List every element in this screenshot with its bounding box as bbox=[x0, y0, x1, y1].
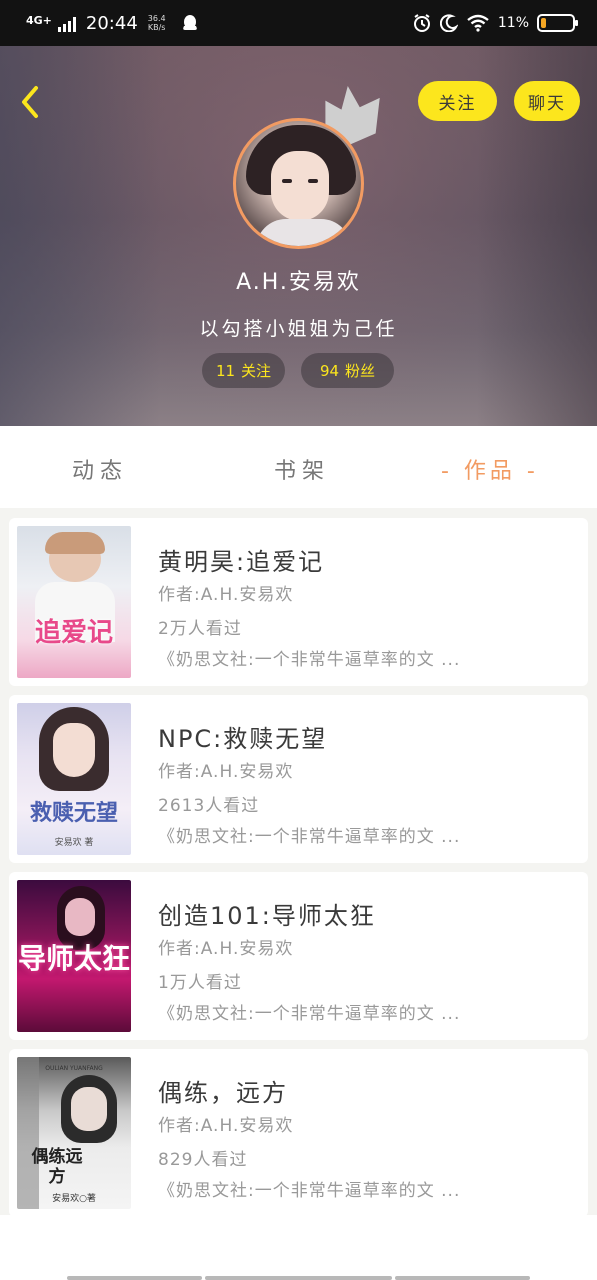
tab-works[interactable]: - 作品 - bbox=[441, 453, 539, 485]
speed-value: 36.4 bbox=[147, 14, 166, 23]
bio: 以勾搭小姐姐为己任 bbox=[199, 318, 398, 340]
battery-icon bbox=[537, 14, 578, 32]
profile-header: 关注 聊天 A.H.安易欢 以勾搭小姐姐为己任 11 关注 94 粉丝 bbox=[0, 46, 597, 426]
cover-author: 安易欢○著 bbox=[52, 1194, 96, 1204]
tab-bar: 动态 书架 - 作品 - bbox=[0, 426, 597, 508]
list-item[interactable]: 救赎无望 安易欢 著 NPC:救赎无望 作者:A.H.安易欢 2613人看过 《… bbox=[9, 695, 588, 863]
cover-title: 追爱记 bbox=[34, 618, 113, 648]
back-icon[interactable] bbox=[16, 82, 46, 122]
book-views: 829人看过 bbox=[158, 1150, 248, 1170]
bottom-area bbox=[0, 1215, 597, 1280]
book-cover[interactable]: 导师太狂 bbox=[17, 880, 131, 1032]
following-stat[interactable]: 11 关注 bbox=[202, 353, 285, 388]
alarm-icon bbox=[413, 14, 430, 32]
book-title: 创造101:导师太狂 bbox=[158, 902, 376, 930]
battery-percent: 11% bbox=[497, 15, 529, 31]
tab-bookshelf[interactable]: 书架 bbox=[274, 453, 330, 485]
cover-title: 导师太狂 bbox=[17, 942, 130, 975]
list-item[interactable]: OULIAN YUANFANG 偶练远方 安易欢○著 偶练，远方 作者:A.H.… bbox=[9, 1049, 588, 1217]
battery-fill bbox=[541, 18, 546, 28]
nav-indicator-right bbox=[395, 1276, 530, 1280]
nav-indicator-left bbox=[67, 1276, 202, 1280]
book-title: NPC:救赎无望 bbox=[158, 725, 328, 753]
following-label: 关注 bbox=[241, 362, 272, 380]
speed-unit: KB/s bbox=[147, 23, 166, 32]
tab-dynamic[interactable]: 动态 bbox=[72, 453, 128, 485]
nav-indicator-center bbox=[205, 1276, 392, 1280]
list-item[interactable]: 导师太狂 创造101:导师太狂 作者:A.H.安易欢 1万人看过 《奶思文社:一… bbox=[9, 872, 588, 1040]
book-views: 2613人看过 bbox=[158, 796, 260, 816]
book-author: 作者:A.H.安易欢 bbox=[158, 1116, 294, 1136]
book-author: 作者:A.H.安易欢 bbox=[158, 762, 294, 782]
avatar[interactable] bbox=[233, 118, 364, 249]
network-type: 4G+ bbox=[26, 13, 52, 27]
cover-title: 救赎无望 bbox=[29, 800, 118, 826]
book-desc: 《奶思文社:一个非常牛逼草率的文 ... bbox=[158, 1181, 461, 1201]
network-speed: 36.4 KB/s bbox=[148, 14, 166, 32]
status-bar: 4G+ 20:44 36.4 KB/s 11% bbox=[0, 0, 597, 46]
follow-button[interactable]: 关注 bbox=[418, 81, 497, 121]
book-views: 2万人看过 bbox=[158, 619, 242, 639]
moon-icon bbox=[439, 14, 458, 32]
wifi-icon bbox=[467, 14, 489, 32]
chat-button[interactable]: 聊天 bbox=[514, 81, 580, 121]
qq-icon bbox=[182, 15, 197, 30]
signal-icon bbox=[57, 16, 76, 32]
status-left: 4G+ 20:44 36.4 KB/s bbox=[26, 13, 198, 34]
book-cover[interactable]: OULIAN YUANFANG 偶练远方 安易欢○著 bbox=[17, 1057, 131, 1209]
book-title: 偶练，远方 bbox=[158, 1079, 288, 1107]
status-right: 11% bbox=[412, 13, 578, 33]
book-title: 黄明昊:追爱记 bbox=[158, 548, 325, 576]
book-cover[interactable]: 追爱记 bbox=[17, 526, 131, 678]
following-count: 11 bbox=[215, 361, 236, 380]
book-desc: 《奶思文社:一个非常牛逼草率的文 ... bbox=[158, 827, 461, 847]
clock: 20:44 bbox=[85, 12, 138, 34]
book-desc: 《奶思文社:一个非常牛逼草率的文 ... bbox=[158, 1004, 461, 1024]
book-views: 1万人看过 bbox=[158, 973, 242, 993]
book-desc: 《奶思文社:一个非常牛逼草率的文 ... bbox=[158, 650, 461, 670]
book-author: 作者:A.H.安易欢 bbox=[158, 939, 294, 959]
username: A.H.安易欢 bbox=[236, 270, 361, 295]
book-cover[interactable]: 救赎无望 安易欢 著 bbox=[17, 703, 131, 855]
cover-author: 安易欢 著 bbox=[54, 838, 94, 848]
list-item[interactable]: 追爱记 黄明昊:追爱记 作者:A.H.安易欢 2万人看过 《奶思文社:一个非常牛… bbox=[9, 518, 588, 686]
fans-count: 94 bbox=[319, 361, 340, 380]
fans-stat[interactable]: 94 粉丝 bbox=[301, 353, 394, 388]
fans-label: 粉丝 bbox=[345, 362, 376, 380]
cover-title: 偶练远方 bbox=[31, 1147, 83, 1187]
book-author: 作者:A.H.安易欢 bbox=[158, 585, 294, 605]
